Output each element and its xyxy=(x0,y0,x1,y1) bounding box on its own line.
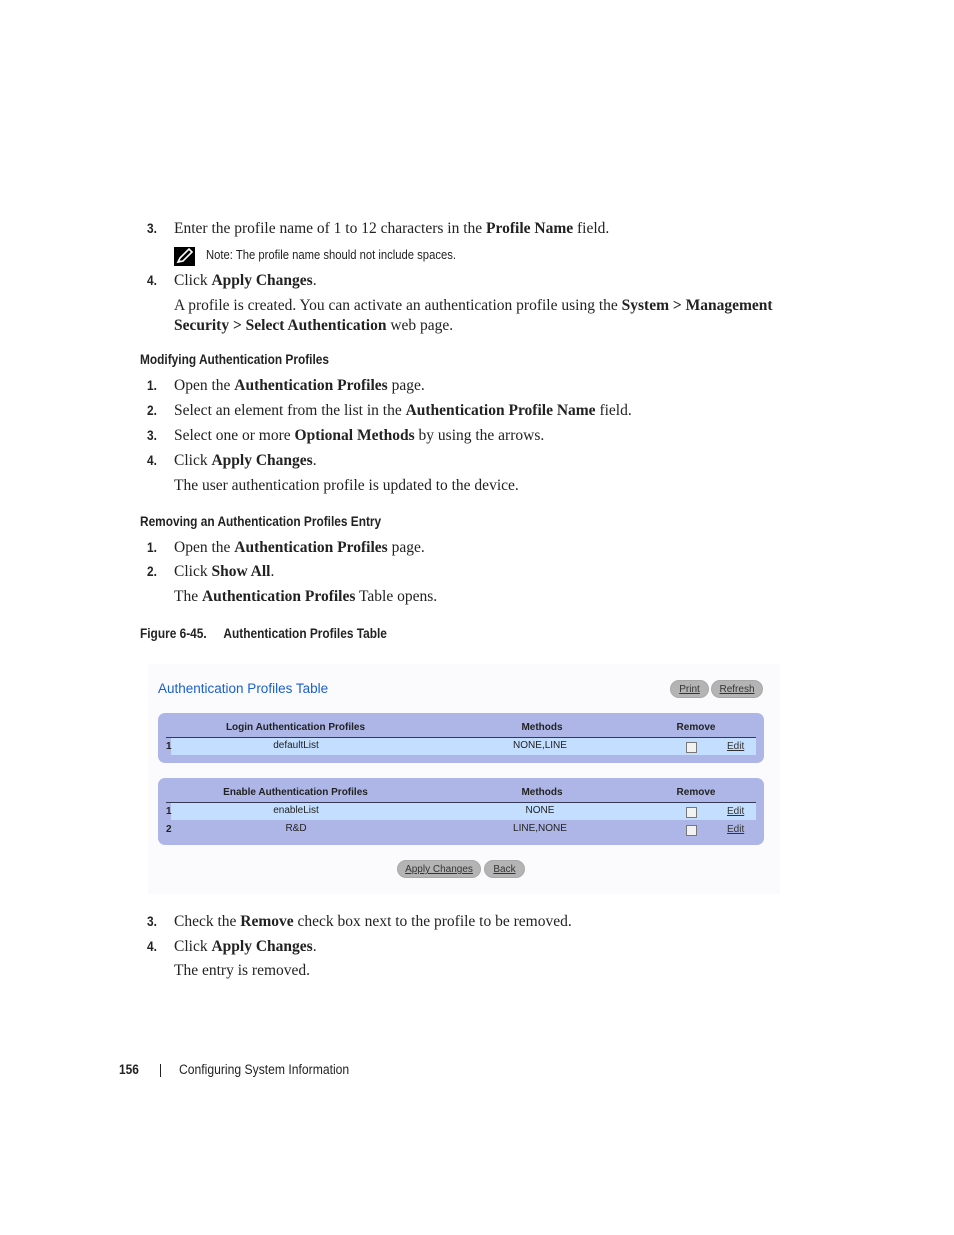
row-index: 2 xyxy=(166,824,172,835)
result-paragraph-show-all: The Authentication Profiles Table opens. xyxy=(174,588,438,605)
edit-link[interactable]: Edit xyxy=(727,824,744,835)
pencil-note-icon xyxy=(174,247,195,266)
step-number: 1. xyxy=(147,378,157,393)
step-number: 3. xyxy=(147,428,157,443)
column-header-methods: Methods xyxy=(521,787,563,798)
footer-divider xyxy=(160,1064,161,1077)
column-header-remove: Remove xyxy=(676,722,716,733)
heading-modifying: Modifying Authentication Profiles xyxy=(140,352,329,367)
step-text: Enter the profile name of 1 to 12 charac… xyxy=(174,220,610,237)
remove-checkbox[interactable] xyxy=(686,825,697,836)
step-number: 3. xyxy=(147,914,157,929)
column-header-remove: Remove xyxy=(676,787,716,798)
print-button[interactable]: Print xyxy=(670,680,709,698)
refresh-button[interactable]: Refresh xyxy=(711,680,763,698)
chapter-title: Configuring System Information xyxy=(179,1062,350,1077)
edit-link[interactable]: Edit xyxy=(727,741,744,752)
row-index: 1 xyxy=(166,741,172,752)
login-profiles-table: Login Authentication Profiles Methods Re… xyxy=(158,713,764,763)
apply-changes-button[interactable]: Apply Changes xyxy=(397,860,481,878)
figure-caption: Figure 6-45. Authentication Profiles Tab… xyxy=(140,626,387,641)
step-number: 4. xyxy=(147,273,157,288)
step-text: Open the Authentication Profiles page. xyxy=(174,377,425,394)
column-header-methods: Methods xyxy=(521,722,563,733)
authentication-profiles-figure: Authentication Profiles Table Print Refr… xyxy=(148,664,780,894)
enable-profiles-table: Enable Authentication Profiles Methods R… xyxy=(158,778,764,845)
profile-name: enableList xyxy=(273,805,319,816)
row-index: 1 xyxy=(166,806,172,817)
column-header-enable-profiles: Enable Authentication Profiles xyxy=(223,787,368,798)
back-button[interactable]: Back xyxy=(484,860,525,878)
remove-checkbox[interactable] xyxy=(686,807,697,818)
step-number: 4. xyxy=(147,453,157,468)
remove-checkbox[interactable] xyxy=(686,742,697,753)
heading-removing: Removing an Authentication Profiles Entr… xyxy=(140,514,382,529)
step-number: 4. xyxy=(147,939,157,954)
step-number: 3. xyxy=(147,221,157,236)
step-text: Click Apply Changes. xyxy=(174,272,317,289)
step-number: 2. xyxy=(147,564,157,579)
edit-link[interactable]: Edit xyxy=(727,806,744,817)
result-paragraph-create: A profile is created. You can activate a… xyxy=(174,297,773,334)
figure-page-title: Authentication Profiles Table xyxy=(158,681,329,696)
result-paragraph-modify: The user authentication profile is updat… xyxy=(174,477,519,494)
profile-methods: LINE,NONE xyxy=(513,823,567,834)
table-row: 1 enableList NONE Edit xyxy=(166,803,756,820)
step-text: Click Apply Changes. xyxy=(174,452,317,469)
profile-methods: NONE xyxy=(525,805,555,816)
table-row: 1 defaultList NONE,LINE Edit xyxy=(166,738,756,755)
profile-name: R&D xyxy=(285,823,307,834)
step-number: 2. xyxy=(147,403,157,418)
column-header-login-profiles: Login Authentication Profiles xyxy=(225,722,366,733)
profile-methods: NONE,LINE xyxy=(513,740,567,751)
step-text: Click Show All. xyxy=(174,563,275,580)
result-paragraph-removed: The entry is removed. xyxy=(174,962,311,979)
profile-name: defaultList xyxy=(273,740,319,751)
note-text: Note: The profile name should not includ… xyxy=(206,248,456,262)
step-text: Select one or more Optional Methods by u… xyxy=(174,427,545,444)
step-text: Select an element from the list in the A… xyxy=(174,402,632,419)
page-number: 156 xyxy=(119,1062,139,1077)
step-text: Click Apply Changes. xyxy=(174,938,317,955)
table-row: 2 R&D LINE,NONE Edit xyxy=(166,821,756,838)
step-text: Check the Remove check box next to the p… xyxy=(174,913,572,930)
step-text: Open the Authentication Profiles page. xyxy=(174,539,425,556)
step-number: 1. xyxy=(147,540,157,555)
